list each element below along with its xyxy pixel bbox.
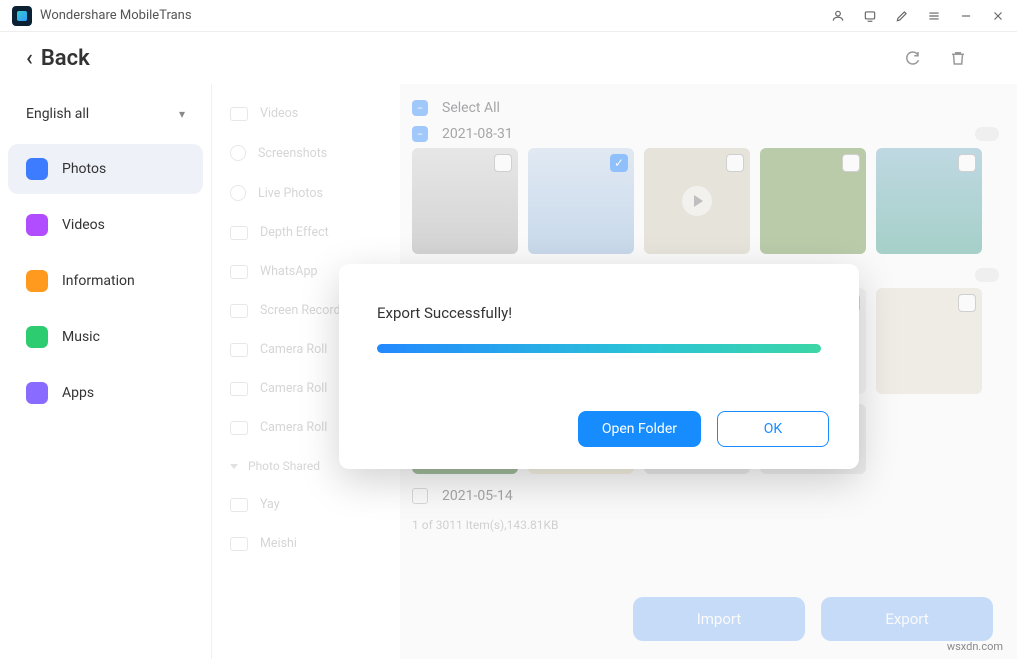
open-folder-button[interactable]: Open Folder <box>578 411 701 447</box>
dialog-actions: Open Folder OK <box>578 411 829 447</box>
account-icon[interactable] <box>831 9 845 23</box>
group-checkbox[interactable] <box>412 488 428 504</box>
feedback-icon[interactable] <box>863 9 877 23</box>
sidebar-item-label: Videos <box>62 217 105 233</box>
minimize-icon[interactable] <box>959 9 973 23</box>
sidebar-item-label: Information <box>62 273 135 289</box>
sidebar-item-information[interactable]: Information <box>8 256 203 306</box>
screen-recorder-icon <box>230 304 248 318</box>
video-thumbnail[interactable] <box>644 148 750 254</box>
header-actions <box>903 49 991 67</box>
thumb-checkbox[interactable]: ✓ <box>610 154 628 172</box>
whatsapp-icon <box>230 265 248 279</box>
language-filter-label: English all <box>26 106 89 122</box>
camera-roll-icon <box>230 343 248 357</box>
photos-icon <box>26 158 48 180</box>
photo-thumbnail[interactable] <box>412 148 518 254</box>
videos-icon <box>26 214 48 236</box>
back-label: Back <box>41 46 90 71</box>
app-logo <box>12 6 32 26</box>
bottom-actions: Import Export <box>633 597 993 641</box>
select-all-label: Select All <box>442 100 999 116</box>
sidebar-item-videos[interactable]: Videos <box>8 200 203 250</box>
export-success-dialog: Export Successfully! Open Folder OK <box>339 264 859 469</box>
date-group-header[interactable]: 2021-05-14 <box>412 484 999 512</box>
select-all-row[interactable]: − Select All <box>412 96 999 122</box>
group-date: 2021-05-14 <box>442 488 999 504</box>
import-button[interactable]: Import <box>633 597 805 641</box>
information-icon <box>26 270 48 292</box>
camera-roll-icon <box>230 421 248 435</box>
chevron-down-icon <box>230 464 238 469</box>
thumb-checkbox[interactable] <box>842 154 860 172</box>
photo-thumbnail[interactable] <box>876 288 982 394</box>
shared-album-icon <box>230 498 248 512</box>
sidebar-item-label: Music <box>62 329 100 345</box>
edit-icon[interactable] <box>895 9 909 23</box>
watermark: wsxdn.com <box>947 640 1003 653</box>
album-item[interactable]: Videos <box>212 94 400 133</box>
apps-icon <box>26 382 48 404</box>
shared-album-icon <box>230 537 248 551</box>
photo-thumbnail[interactable]: ✓ <box>528 148 634 254</box>
chevron-down-icon: ▾ <box>179 107 185 121</box>
count-pill <box>975 127 999 141</box>
thumb-checkbox[interactable] <box>958 154 976 172</box>
selection-status: 1 of 3011 Item(s),143.81KB <box>412 518 999 532</box>
camera-roll-icon <box>230 382 248 396</box>
group-checkbox[interactable]: − <box>412 126 428 142</box>
select-all-checkbox[interactable]: − <box>412 100 428 116</box>
depth-effect-icon <box>230 226 248 240</box>
category-sidebar: English all ▾ Photos Videos Information … <box>0 84 212 659</box>
app-title: Wondershare MobileTrans <box>40 8 831 23</box>
sidebar-item-music[interactable]: Music <box>8 312 203 362</box>
thumb-checkbox[interactable] <box>494 154 512 172</box>
thumbnail-row: ✓ <box>412 148 999 254</box>
date-group-header[interactable]: − 2021-08-31 <box>412 122 999 148</box>
screenshot-icon <box>230 145 246 161</box>
trash-icon[interactable] <box>949 49 967 67</box>
dialog-message: Export Successfully! <box>377 304 821 322</box>
export-button[interactable]: Export <box>821 597 993 641</box>
video-folder-icon <box>230 107 248 121</box>
sidebar-item-photos[interactable]: Photos <box>8 144 203 194</box>
sidebar-item-apps[interactable]: Apps <box>8 368 203 418</box>
menu-icon[interactable] <box>927 9 941 23</box>
thumb-checkbox[interactable] <box>726 154 744 172</box>
close-icon[interactable] <box>991 9 1005 23</box>
title-bar: Wondershare MobileTrans <box>0 0 1017 32</box>
chevron-left-icon: ‹ <box>26 46 33 71</box>
album-item[interactable]: Screenshots <box>212 133 400 173</box>
group-date: 2021-08-31 <box>442 126 961 142</box>
count-pill <box>975 268 999 282</box>
album-item[interactable]: Depth Effect <box>212 213 400 252</box>
music-icon <box>26 326 48 348</box>
header: ‹ Back <box>0 32 1017 84</box>
back-button[interactable]: ‹ Back <box>26 46 903 71</box>
album-item[interactable]: Live Photos <box>212 173 400 213</box>
progress-bar <box>377 344 821 353</box>
refresh-icon[interactable] <box>903 49 921 67</box>
thumb-checkbox[interactable] <box>958 294 976 312</box>
photo-thumbnail[interactable] <box>760 148 866 254</box>
sidebar-item-label: Apps <box>62 385 94 401</box>
ok-button[interactable]: OK <box>717 411 829 447</box>
album-item[interactable]: Meishi <box>212 524 400 563</box>
play-icon <box>682 186 712 216</box>
sidebar-item-label: Photos <box>62 161 106 177</box>
live-photo-icon <box>230 185 246 201</box>
photo-thumbnail[interactable] <box>876 148 982 254</box>
language-filter[interactable]: English all ▾ <box>8 94 203 134</box>
album-item[interactable]: Yay <box>212 485 400 524</box>
titlebar-controls <box>831 9 1005 23</box>
